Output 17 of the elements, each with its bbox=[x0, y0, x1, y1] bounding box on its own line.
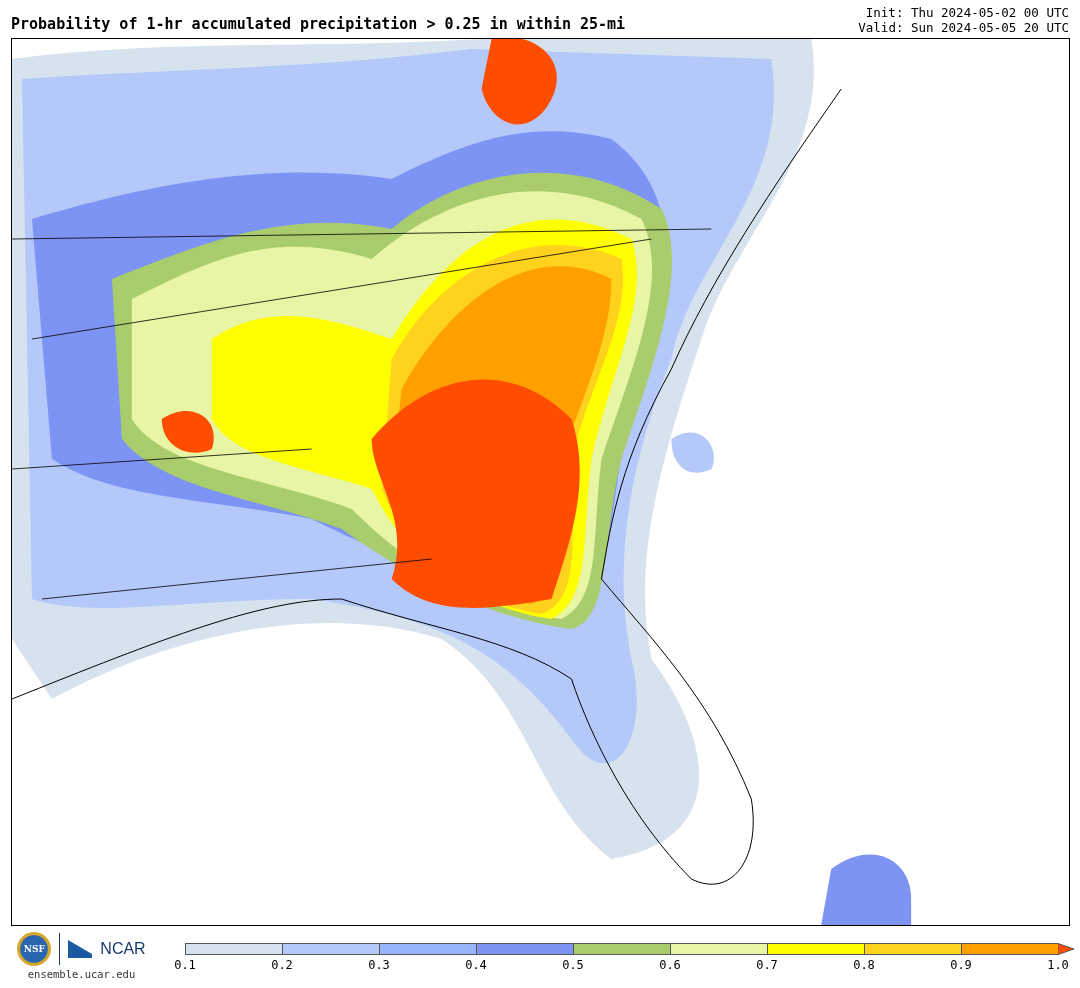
ncar-logo-text: NCAR bbox=[100, 940, 146, 958]
colorbar-tick-label: 1.0 bbox=[1046, 958, 1070, 972]
colorbar-tick-label: 0.8 bbox=[852, 958, 876, 972]
colorbar-tick-label: 0.5 bbox=[561, 958, 585, 972]
colorbar-tick-label: 0.9 bbox=[949, 958, 973, 972]
colorbar-tick-label: 0.4 bbox=[464, 958, 488, 972]
chart-title: Probability of 1-hr accumulated precipitation > 0.25 in within 25-mi bbox=[11, 15, 626, 35]
valid-time: Valid: Sun 2024-05-05 20 UTC bbox=[858, 20, 1069, 35]
nsf-logo: NSF bbox=[17, 932, 52, 966]
colorbar-tick-label: 0.1 bbox=[173, 958, 197, 972]
colorbar-tick-label: 0.2 bbox=[270, 958, 294, 972]
colorbar-tick-label: 0.6 bbox=[658, 958, 682, 972]
website-url: ensemble.ucar.edu bbox=[27, 968, 136, 980]
ncar-logo-icon bbox=[68, 940, 93, 958]
colorbar-tick-label: 0.3 bbox=[367, 958, 391, 972]
init-time: Init: Thu 2024-05-02 00 UTC bbox=[865, 5, 1069, 20]
colorbar-tick-label: 0.7 bbox=[755, 958, 779, 972]
